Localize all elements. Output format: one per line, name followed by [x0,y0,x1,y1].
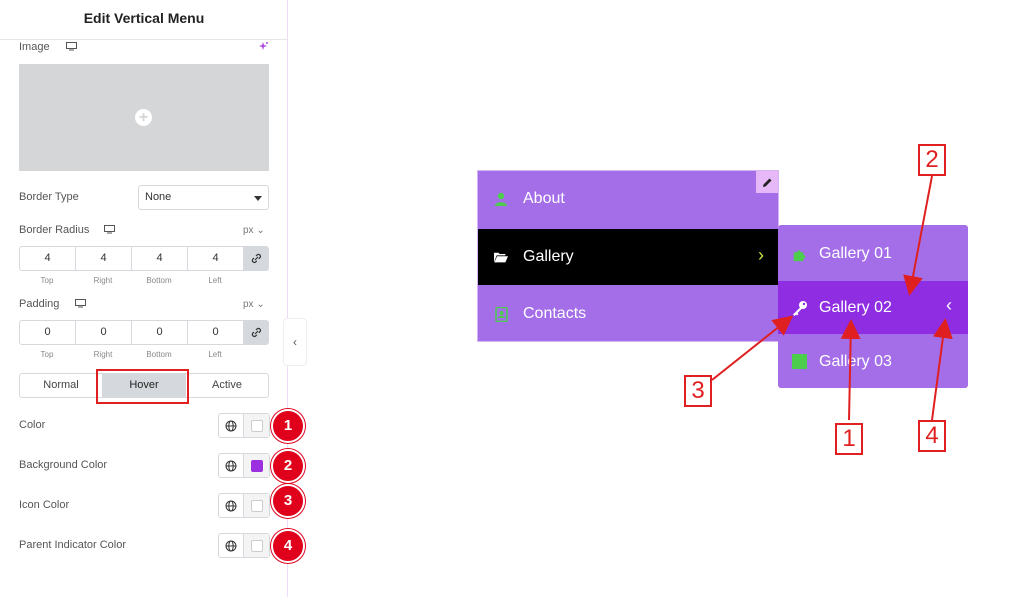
menu-item-about[interactable]: About [478,171,778,227]
pencil-icon [762,178,771,187]
color-swatch[interactable] [250,419,263,432]
panel-title: Edit Vertical Menu [0,0,288,40]
annotation-number-1: 1 [835,423,863,455]
globe-icon[interactable] [219,494,244,517]
menu-item-gallery[interactable]: Gallery › [478,229,778,285]
link-values-button[interactable] [244,321,268,344]
square-icon [792,354,807,369]
vertical-menu: About Gallery › Contacts [477,170,779,342]
annotation-number-3: 3 [684,375,712,407]
dim-label-left: Left [208,276,222,285]
globe-icon[interactable] [219,534,244,557]
color-control [218,413,270,438]
annotation-badge-4: 4 [271,529,305,563]
submenu-item-gallery-01[interactable]: Gallery 01 [778,227,968,280]
parent-indicator-color-label: Parent Indicator Color [19,539,126,551]
border-type-select[interactable]: None [138,185,269,210]
edit-widget-button[interactable] [756,171,778,193]
desktop-icon[interactable] [66,42,77,51]
submenu-item-label: Gallery 02 [819,298,892,316]
folder-open-icon [494,250,508,264]
border-radius-right[interactable]: 4 [76,247,132,270]
annotation-number-2: 2 [918,144,946,176]
dim-label-bottom: Bottom [146,276,172,285]
border-radius-left[interactable]: 4 [188,247,244,270]
submenu: Gallery 01 Gallery 02 ‹ Gallery 03 [778,225,968,388]
dim-label-right: Right [93,276,113,285]
border-type-label: Border Type [19,191,79,203]
background-color-label: Background Color [19,459,108,471]
hover-tab-highlight [96,369,189,404]
dim-label-left: Left [208,350,222,359]
padding-label: Padding [19,298,60,310]
dim-label-bottom: Bottom [146,350,172,359]
chevron-down-icon [254,196,262,201]
icon-color-swatch[interactable] [250,499,263,512]
annotation-number-4: 4 [918,420,946,452]
tab-active[interactable]: Active [186,374,268,397]
globe-icon[interactable] [219,454,244,477]
submenu-item-label: Gallery 03 [819,352,892,370]
chevron-left-icon: ‹ [293,335,297,349]
link-values-button[interactable] [244,247,268,270]
color-label: Color [19,419,46,431]
padding-bottom[interactable]: 0 [132,321,188,344]
submenu-item-gallery-03[interactable]: Gallery 03 [778,335,968,388]
menu-item-label: About [523,190,565,207]
tab-normal[interactable]: Normal [20,374,103,397]
menu-item-label: Gallery [523,248,574,265]
image-label: Image [19,41,50,53]
globe-icon[interactable] [219,414,244,437]
editor-panel: Edit Vertical Menu Image + Border Type N… [0,0,305,597]
submenu-item-label: Gallery 01 [819,244,892,262]
annotation-badge-2: 2 [271,449,305,483]
border-radius-label: Border Radius [19,224,90,236]
border-radius-inputs: 4 4 4 4 [19,246,269,271]
icon-color-control [218,493,270,518]
chevron-right-icon: › [758,245,764,265]
padding-left[interactable]: 0 [188,321,244,344]
add-image-icon[interactable]: + [135,109,152,126]
annotation-badge-3: 3 [271,484,305,518]
dim-label-top: Top [40,350,54,359]
chevron-left-icon: ‹ [946,295,952,315]
border-radius-unit[interactable]: px ⌄ [243,225,265,236]
parent-indicator-color-control [218,533,270,558]
background-color-control [218,453,270,478]
collapse-panel-button[interactable]: ‹ [283,318,307,366]
background-color-swatch[interactable] [250,459,263,472]
desktop-icon[interactable] [104,225,115,234]
padding-inputs: 0 0 0 0 [19,320,269,345]
border-type-value: None [145,191,172,203]
icon-color-label: Icon Color [19,499,70,511]
padding-right[interactable]: 0 [76,321,132,344]
annotation-badge-1: 1 [271,409,305,443]
parent-indicator-color-swatch[interactable] [250,539,263,552]
padding-unit[interactable]: px ⌄ [243,299,265,310]
key-icon [792,300,808,316]
border-radius-bottom[interactable]: 4 [132,247,188,270]
dim-label-top: Top [40,276,54,285]
contact-book-icon [494,306,508,322]
border-radius-top[interactable]: 4 [20,247,76,270]
link-icon [251,253,261,263]
desktop-icon[interactable] [75,299,86,308]
submenu-item-gallery-02[interactable]: Gallery 02 ‹ [778,281,968,334]
padding-top[interactable]: 0 [20,321,76,344]
user-icon [494,192,508,206]
ai-sparkle-icon[interactable] [258,41,269,52]
menu-item-contacts[interactable]: Contacts [478,286,778,342]
link-icon [251,327,261,337]
menu-item-label: Contacts [523,305,587,322]
puzzle-icon [792,247,806,261]
dim-label-right: Right [93,350,113,359]
